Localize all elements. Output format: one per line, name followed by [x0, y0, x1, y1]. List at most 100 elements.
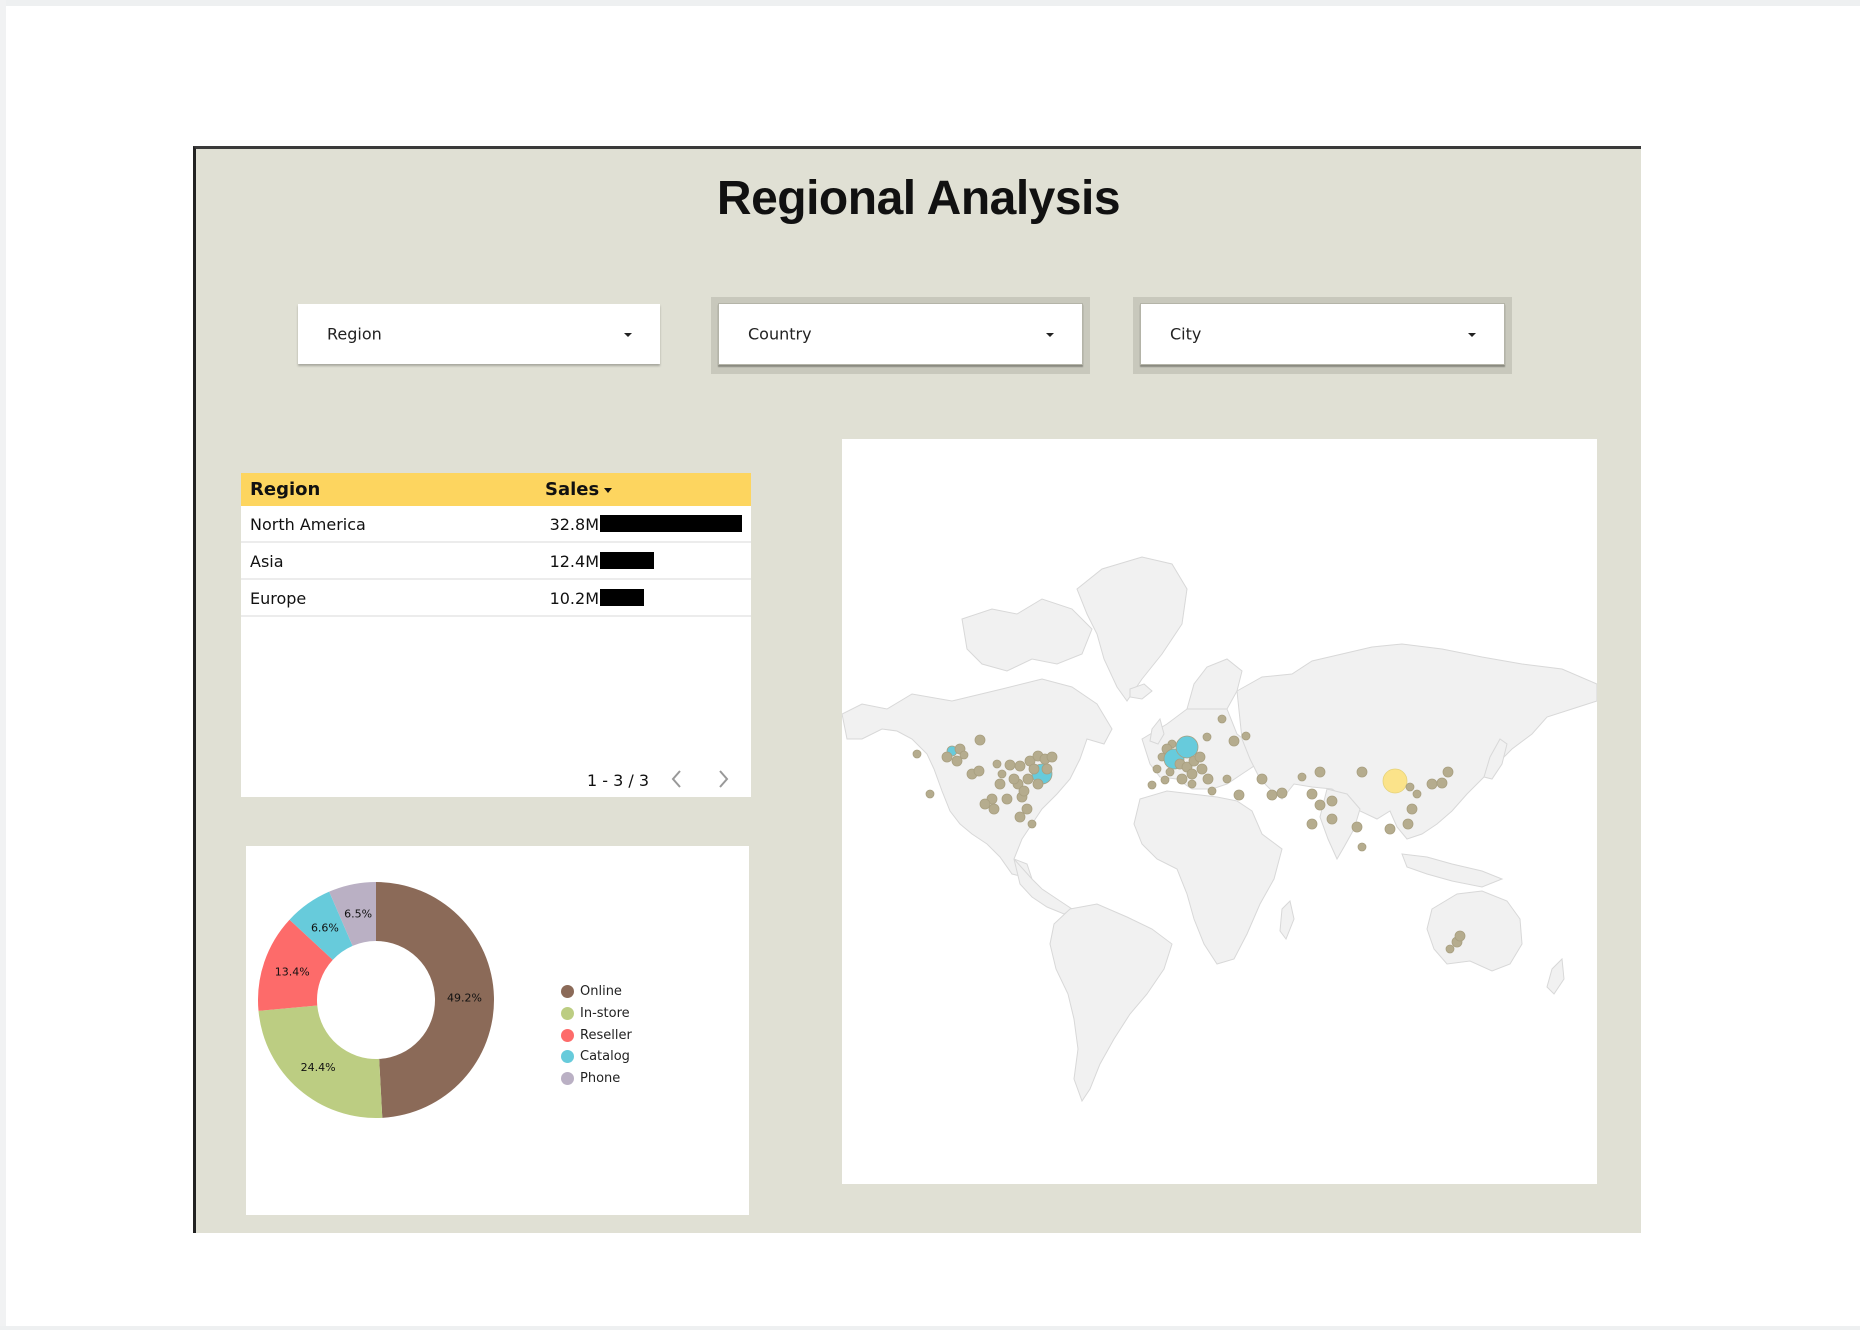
map-bubble[interactable]: [988, 803, 1000, 815]
column-header-sales[interactable]: Sales: [545, 479, 599, 500]
map-bubble[interactable]: [1406, 803, 1418, 815]
map-bubble[interactable]: [979, 798, 991, 810]
legend-item[interactable]: Reseller: [561, 1024, 632, 1046]
map-bubble[interactable]: [1314, 766, 1326, 778]
cell-sales: 12.4M: [549, 552, 599, 571]
map-bubble[interactable]: [1445, 944, 1455, 954]
previous-page-button[interactable]: [667, 767, 687, 791]
map-bubble[interactable]: [1004, 759, 1016, 771]
map-bubble[interactable]: [1028, 763, 1040, 775]
column-header-region[interactable]: Region: [250, 479, 320, 500]
donut-data-label: 49.2%: [447, 992, 482, 1005]
map-bubble[interactable]: [1436, 777, 1448, 789]
map-bubble[interactable]: [1041, 763, 1053, 775]
map-bubble[interactable]: [1326, 795, 1338, 807]
map-bubble[interactable]: [1018, 785, 1030, 797]
map-bubble[interactable]: [1032, 778, 1044, 790]
legend-label: In-store: [580, 1006, 630, 1022]
map-bubble[interactable]: [1021, 803, 1033, 815]
map-bubble[interactable]: [1014, 811, 1026, 823]
map-bubble[interactable]: [1326, 813, 1338, 825]
donut-data-label: 6.5%: [344, 907, 372, 920]
map-bubble[interactable]: [1384, 823, 1396, 835]
chevron-right-icon: [719, 770, 729, 788]
map-bubble[interactable]: [1046, 751, 1058, 763]
map-bubble[interactable]: [997, 769, 1007, 779]
map-bubble[interactable]: [925, 789, 935, 799]
land-south-america: [1049, 903, 1173, 1103]
map-bubble[interactable]: [1402, 818, 1414, 830]
map-bubble[interactable]: [973, 765, 985, 777]
region-filter-dropdown[interactable]: Region: [298, 304, 660, 364]
map-bubble[interactable]: [974, 734, 986, 746]
map-bubble[interactable]: [1176, 773, 1188, 785]
land-australia: [1426, 890, 1523, 972]
map-bubble[interactable]: [1027, 819, 1037, 829]
map-bubble[interactable]: [1014, 760, 1026, 772]
map-bubble[interactable]: [1160, 775, 1170, 785]
map-bubble[interactable]: [994, 778, 1006, 790]
map-bubble[interactable]: [1442, 766, 1454, 778]
legend-swatch: [561, 1007, 574, 1021]
map-bubble[interactable]: [1147, 780, 1157, 790]
map-bubble[interactable]: [1194, 751, 1206, 763]
region-filter-label: Region: [327, 324, 382, 344]
map-bubble[interactable]: [1165, 767, 1175, 777]
map-bubble[interactable]: [1256, 773, 1268, 785]
legend-item[interactable]: Phone: [561, 1068, 632, 1090]
chevron-down-icon: [1468, 333, 1476, 337]
table-row[interactable]: Europe 10.2M: [241, 580, 751, 617]
map-bubble[interactable]: [1426, 778, 1438, 790]
map-bubble[interactable]: [1412, 789, 1422, 799]
map-bubble[interactable]: [1233, 789, 1245, 801]
legend-item[interactable]: In-store: [561, 1003, 632, 1025]
map-bubble[interactable]: [941, 751, 953, 763]
legend-item[interactable]: Online: [561, 981, 632, 1003]
map-bubble[interactable]: [1175, 735, 1199, 759]
map-bubble[interactable]: [992, 759, 1002, 769]
country-filter-dropdown[interactable]: Country: [718, 303, 1083, 365]
map-bubble[interactable]: [1001, 793, 1013, 805]
world-bubble-map[interactable]: [842, 439, 1597, 1184]
map-bubble[interactable]: [1202, 732, 1212, 742]
map-bubble[interactable]: [1351, 821, 1363, 833]
map-bubble[interactable]: [1306, 788, 1318, 800]
map-bubble[interactable]: [1266, 789, 1278, 801]
chart-legend: Online In-store Reseller Catalog Phone: [561, 981, 632, 1089]
legend-label: Online: [580, 984, 622, 1000]
map-bubble[interactable]: [1207, 786, 1217, 796]
map-bubble[interactable]: [912, 749, 922, 759]
map-bubble[interactable]: [1222, 774, 1232, 784]
cell-region: North America: [250, 515, 366, 534]
table-row[interactable]: North America 32.8M: [241, 506, 751, 543]
map-bubble[interactable]: [1357, 842, 1367, 852]
map-bubble[interactable]: [1306, 818, 1318, 830]
map-bubble[interactable]: [1356, 766, 1368, 778]
map-bubble[interactable]: [1276, 787, 1288, 799]
map-bubble[interactable]: [1228, 735, 1240, 747]
table-row[interactable]: Asia 12.4M: [241, 543, 751, 580]
map-bubble[interactable]: [1314, 799, 1326, 811]
next-page-button[interactable]: [713, 767, 733, 791]
map-bubble[interactable]: [1187, 779, 1197, 789]
map-bubble[interactable]: [1008, 773, 1020, 785]
map-bubble[interactable]: [1022, 773, 1034, 785]
map-bubble[interactable]: [1196, 763, 1208, 775]
map-bubble[interactable]: [1297, 772, 1307, 782]
map-bubble[interactable]: [1454, 930, 1466, 942]
map-bubble[interactable]: [1186, 768, 1198, 780]
map-bubble[interactable]: [1152, 764, 1162, 774]
chevron-down-icon: [624, 333, 632, 337]
legend-item[interactable]: Catalog: [561, 1046, 632, 1068]
map-bubble[interactable]: [1202, 773, 1214, 785]
sort-descending-icon[interactable]: [604, 488, 612, 493]
map-bubble[interactable]: [1382, 768, 1408, 794]
world-map-svg: [842, 556, 1597, 1103]
map-bubble[interactable]: [1405, 782, 1415, 792]
map-bubble[interactable]: [1217, 714, 1227, 724]
cell-sales: 32.8M: [549, 515, 599, 534]
map-bubble[interactable]: [959, 750, 969, 760]
legend-label: Reseller: [580, 1027, 632, 1043]
city-filter-dropdown[interactable]: City: [1140, 303, 1505, 365]
map-bubble[interactable]: [1241, 731, 1251, 741]
